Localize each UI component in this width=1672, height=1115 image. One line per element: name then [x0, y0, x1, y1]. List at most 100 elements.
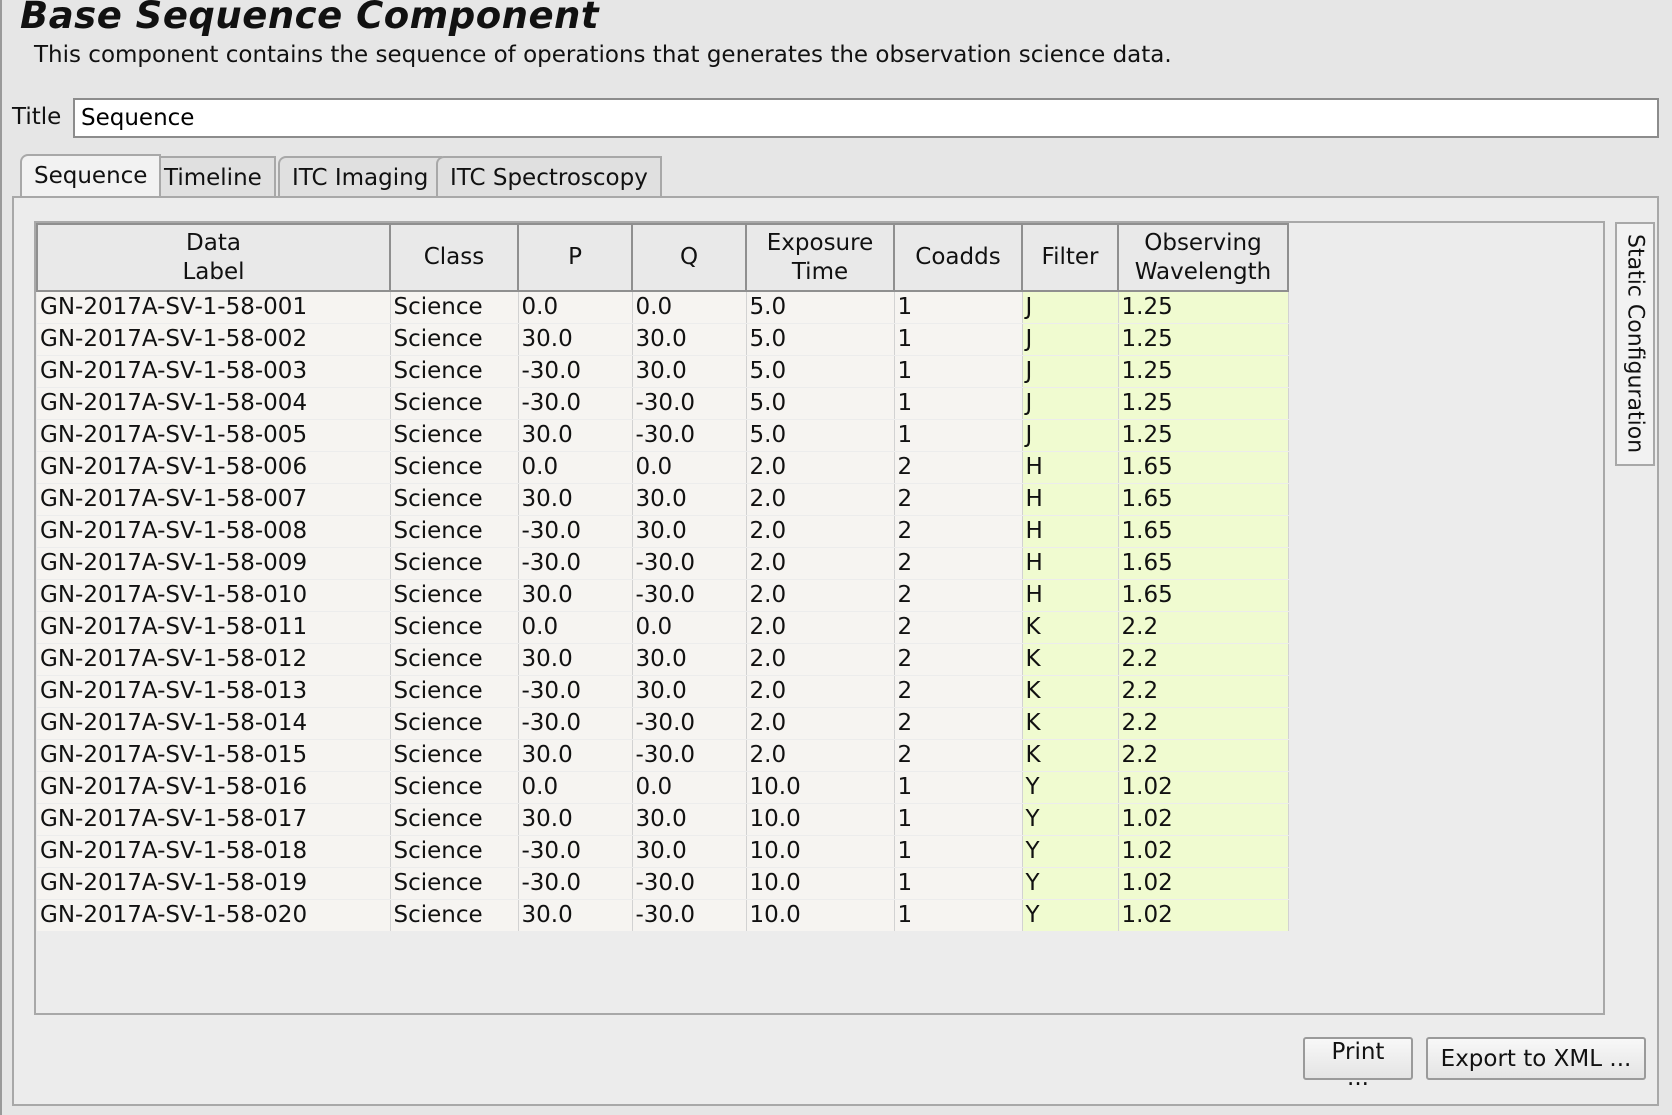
table-cell[interactable]: 2	[894, 579, 1023, 612]
table-cell[interactable]: Science	[390, 803, 519, 836]
table-cell[interactable]: Y	[1022, 899, 1119, 932]
table-cell[interactable]: Science	[390, 515, 519, 548]
table-cell[interactable]: GN-2017A-SV-1-58-015	[37, 739, 391, 772]
table-cell[interactable]: 2.2	[1118, 739, 1289, 772]
table-cell[interactable]: 1	[894, 771, 1023, 804]
tab-sequence[interactable]: Sequence	[20, 154, 162, 196]
table-cell[interactable]: K	[1022, 611, 1119, 644]
table-cell[interactable]: -30.0	[518, 835, 633, 868]
table-cell[interactable]: 2.0	[746, 483, 895, 516]
table-cell[interactable]: 30.0	[632, 835, 747, 868]
table-cell[interactable]: 2.0	[746, 451, 895, 484]
table-cell[interactable]: Science	[390, 739, 519, 772]
table-cell[interactable]: Science	[390, 387, 519, 420]
table-cell[interactable]: -30.0	[632, 739, 747, 772]
table-cell[interactable]: 1	[894, 291, 1023, 324]
table-cell[interactable]: 1.65	[1118, 515, 1289, 548]
table-cell[interactable]: 2.0	[746, 675, 895, 708]
column-header[interactable]: Q	[631, 223, 747, 292]
table-cell[interactable]: K	[1022, 707, 1119, 740]
table-row[interactable]: GN-2017A-SV-1-58-020 Science 30.0 -30.0 10.0…	[37, 899, 1289, 932]
table-cell[interactable]: Science	[390, 899, 519, 932]
table-cell[interactable]: 2	[894, 611, 1023, 644]
table-cell[interactable]: Science	[390, 771, 519, 804]
table-cell[interactable]: GN-2017A-SV-1-58-012	[37, 643, 391, 676]
table-row[interactable]: GN-2017A-SV-1-58-012 Science 30.0 30.0 2.0 2 K…	[37, 643, 1289, 676]
table-cell[interactable]: 0.0	[518, 611, 633, 644]
table-cell[interactable]: 0.0	[518, 451, 633, 484]
table-cell[interactable]: 1.25	[1118, 291, 1289, 324]
table-cell[interactable]: K	[1022, 643, 1119, 676]
table-cell[interactable]: -30.0	[632, 579, 747, 612]
table-cell[interactable]: GN-2017A-SV-1-58-018	[37, 835, 391, 868]
table-cell[interactable]: GN-2017A-SV-1-58-017	[37, 803, 391, 836]
table-cell[interactable]: Y	[1022, 867, 1119, 900]
table-cell[interactable]: 30.0	[632, 803, 747, 836]
table-cell[interactable]: H	[1022, 547, 1119, 580]
table-cell[interactable]: 30.0	[632, 483, 747, 516]
table-cell[interactable]: GN-2017A-SV-1-58-019	[37, 867, 391, 900]
table-cell[interactable]: 30.0	[632, 323, 747, 356]
tab-timeline[interactable]: Timeline	[150, 156, 276, 196]
table-cell[interactable]: Y	[1022, 803, 1119, 836]
table-cell[interactable]: 0.0	[632, 611, 747, 644]
table-cell[interactable]: 1.02	[1118, 899, 1289, 932]
table-cell[interactable]: -30.0	[632, 867, 747, 900]
table-cell[interactable]: GN-2017A-SV-1-58-016	[37, 771, 391, 804]
table-cell[interactable]: 2.0	[746, 611, 895, 644]
table-cell[interactable]: 1	[894, 835, 1023, 868]
table-cell[interactable]: Science	[390, 547, 519, 580]
table-cell[interactable]: 2.0	[746, 707, 895, 740]
table-cell[interactable]: 2.0	[746, 515, 895, 548]
table-row[interactable]: GN-2017A-SV-1-58-009 Science -30.0 -30.0 2.0…	[37, 547, 1289, 580]
table-cell[interactable]: J	[1022, 387, 1119, 420]
table-cell[interactable]: 2	[894, 515, 1023, 548]
table-row[interactable]: GN-2017A-SV-1-58-007 Science 30.0 30.0 2.0 2 H…	[37, 483, 1289, 516]
table-cell[interactable]: 1.65	[1118, 483, 1289, 516]
table-cell[interactable]: 0.0	[518, 291, 633, 324]
table-cell[interactable]: Y	[1022, 835, 1119, 868]
table-cell[interactable]: GN-2017A-SV-1-58-008	[37, 515, 391, 548]
table-cell[interactable]: GN-2017A-SV-1-58-005	[37, 419, 391, 452]
table-cell[interactable]: Science	[390, 483, 519, 516]
table-cell[interactable]: 30.0	[518, 323, 633, 356]
tab-itc-spectroscopy[interactable]: ITC Spectroscopy	[436, 156, 662, 196]
table-cell[interactable]: Science	[390, 291, 519, 324]
table-cell[interactable]: 1.25	[1118, 387, 1289, 420]
table-cell[interactable]: -30.0	[632, 547, 747, 580]
table-cell[interactable]: 10.0	[746, 899, 895, 932]
table-cell[interactable]: Science	[390, 419, 519, 452]
table-row[interactable]: GN-2017A-SV-1-58-016 Science 0.0 0.0 10.0 1 Y 1…	[37, 771, 1289, 804]
table-cell[interactable]: -30.0	[518, 707, 633, 740]
table-cell[interactable]: GN-2017A-SV-1-58-002	[37, 323, 391, 356]
table-row[interactable]: GN-2017A-SV-1-58-006 Science 0.0 0.0 2.0 2 H 1.…	[37, 451, 1289, 484]
table-cell[interactable]: 5.0	[746, 419, 895, 452]
table-cell[interactable]: 10.0	[746, 771, 895, 804]
table-cell[interactable]: -30.0	[632, 387, 747, 420]
table-cell[interactable]: 30.0	[632, 675, 747, 708]
table-cell[interactable]: Science	[390, 579, 519, 612]
table-cell[interactable]: 1.02	[1118, 867, 1289, 900]
table-cell[interactable]: 30.0	[518, 483, 633, 516]
table-cell[interactable]: J	[1022, 291, 1119, 324]
table-cell[interactable]: 10.0	[746, 835, 895, 868]
table-cell[interactable]: H	[1022, 579, 1119, 612]
table-row[interactable]: GN-2017A-SV-1-58-004 Science -30.0 -30.0 5.0…	[37, 387, 1289, 420]
table-cell[interactable]: 1.02	[1118, 835, 1289, 868]
table-cell[interactable]: Science	[390, 451, 519, 484]
table-cell[interactable]: 2	[894, 675, 1023, 708]
table-cell[interactable]: J	[1022, 355, 1119, 388]
table-cell[interactable]: 0.0	[632, 771, 747, 804]
table-cell[interactable]: 30.0	[632, 643, 747, 676]
table-cell[interactable]: 1	[894, 387, 1023, 420]
table-cell[interactable]: GN-2017A-SV-1-58-009	[37, 547, 391, 580]
table-cell[interactable]: 30.0	[518, 899, 633, 932]
table-cell[interactable]: GN-2017A-SV-1-58-007	[37, 483, 391, 516]
table-cell[interactable]: J	[1022, 323, 1119, 356]
table-cell[interactable]: 10.0	[746, 867, 895, 900]
table-row[interactable]: GN-2017A-SV-1-58-008 Science -30.0 30.0 2.0 2…	[37, 515, 1289, 548]
table-cell[interactable]: -30.0	[632, 899, 747, 932]
print-button[interactable]: Print ...	[1303, 1037, 1413, 1091]
table-cell[interactable]: 5.0	[746, 355, 895, 388]
table-row[interactable]: GN-2017A-SV-1-58-017 Science 30.0 30.0 10.0 1…	[37, 803, 1289, 836]
